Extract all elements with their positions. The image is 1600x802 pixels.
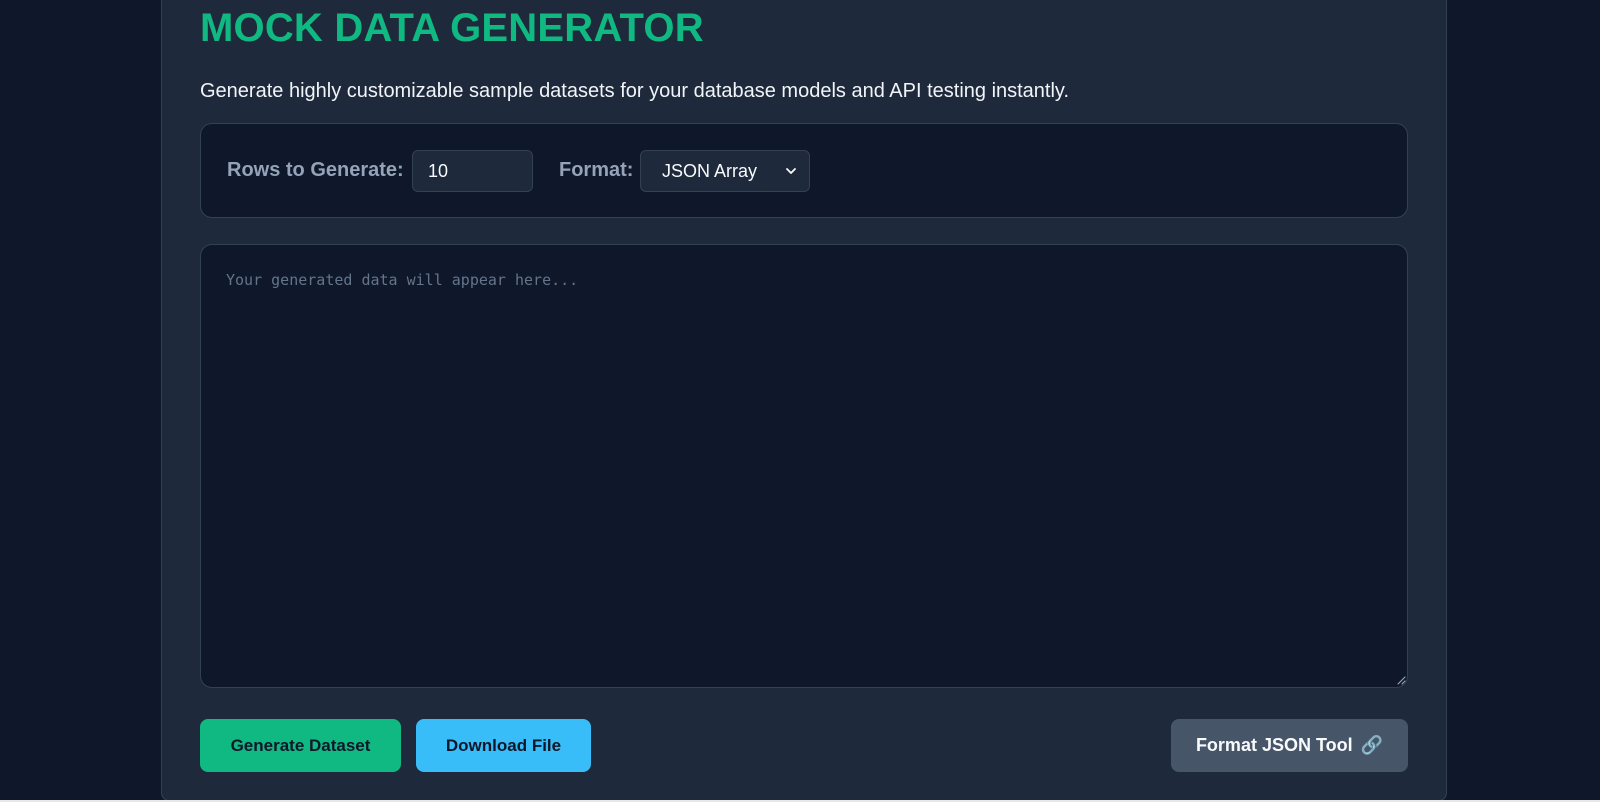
chevron-down-icon [786,168,796,174]
generate-dataset-label: Generate Dataset [230,735,371,755]
format-json-tool-button[interactable]: Format JSON Tool 🔗 [1171,719,1408,772]
page-title: MOCK DATA GENERATOR [200,6,704,50]
format-label: Format: [559,159,634,181]
format-select[interactable]: JSON Array [640,150,810,192]
download-file-label: Download File [445,735,562,755]
download-file-button[interactable]: Download File [416,719,591,772]
link-icon: 🔗 [1360,735,1384,755]
generate-dataset-button[interactable]: Generate Dataset [200,719,401,772]
resize-handle-icon[interactable] [1396,675,1406,685]
rows-input[interactable] [412,150,533,192]
page-subtitle: Generate highly customizable sample data… [200,80,1070,102]
format-json-tool-label: Format JSON Tool [1195,735,1353,755]
output-textarea[interactable] [200,244,1408,688]
rows-label: Rows to Generate: [227,159,404,181]
format-selected-value: JSON Array [662,160,758,181]
